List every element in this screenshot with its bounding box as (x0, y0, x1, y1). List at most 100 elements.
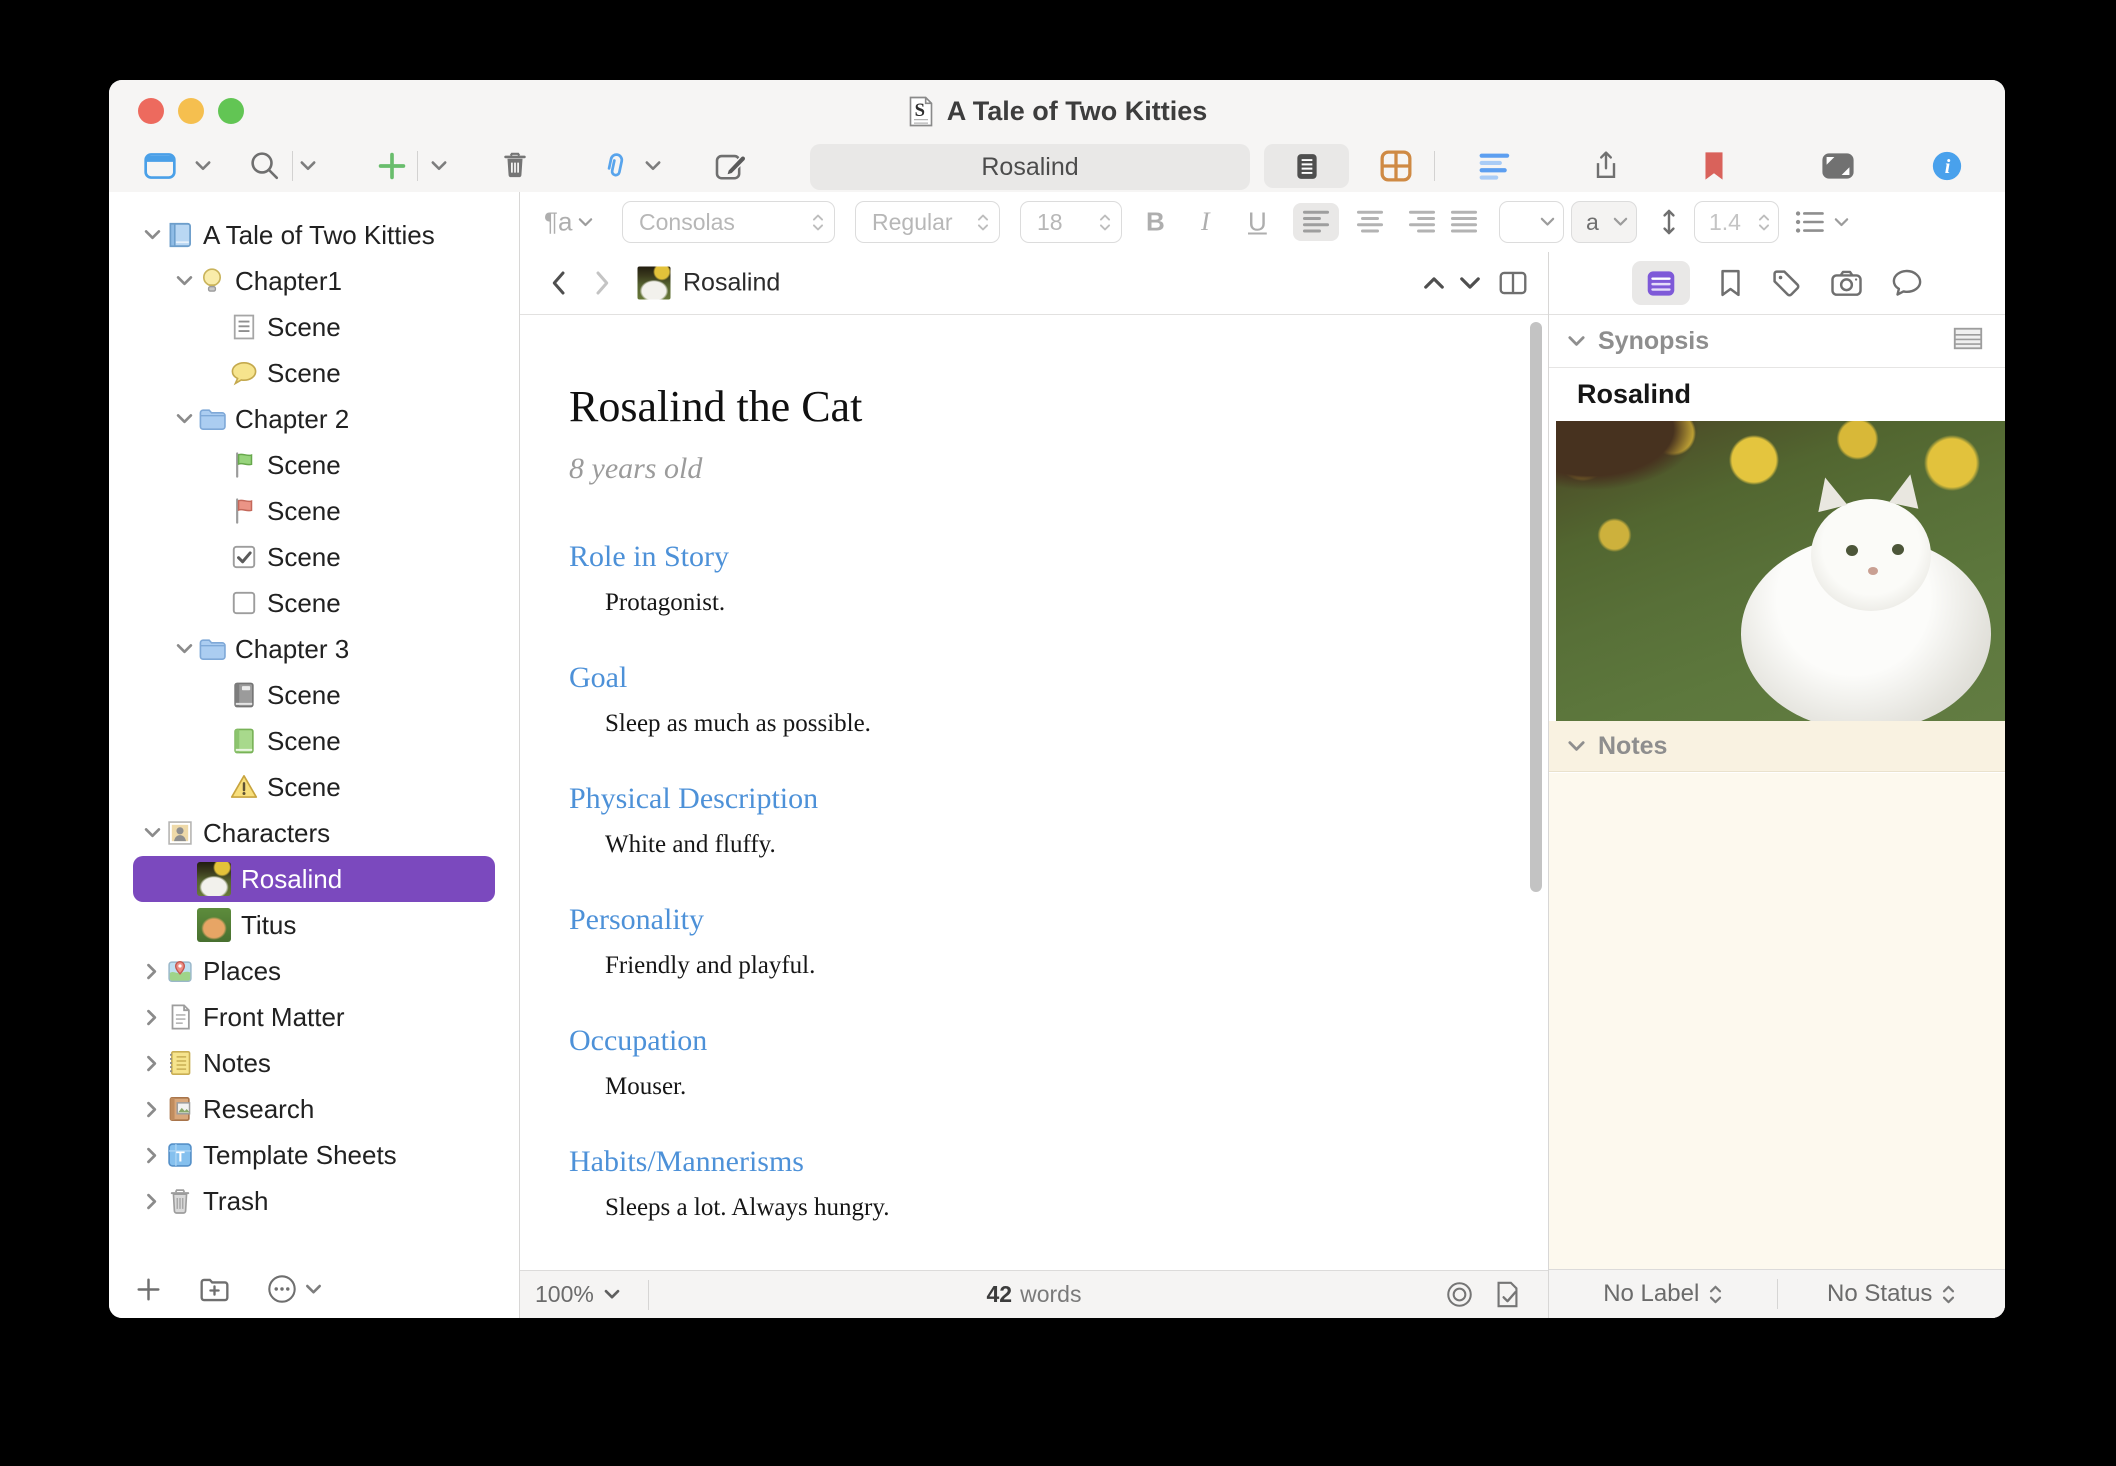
next-document-icon[interactable] (1459, 276, 1481, 290)
binder-item-chapter1[interactable]: Chapter1 (109, 258, 518, 304)
checkbox-empty-icon (229, 588, 267, 618)
underline-button[interactable]: U (1248, 207, 1267, 238)
binder-item-scene[interactable]: Scene (109, 350, 518, 396)
binder-item-scene[interactable]: Scene (109, 488, 518, 534)
synopsis-card-icon[interactable] (1953, 327, 1983, 350)
binder-item-scene[interactable]: Scene (109, 580, 518, 626)
binder-item-places[interactable]: Places (109, 948, 518, 994)
notes-card-icon (1645, 269, 1677, 298)
chevron-down-icon[interactable] (195, 161, 212, 172)
bookmarks-tab[interactable] (1718, 268, 1743, 298)
search-icon[interactable] (249, 150, 282, 183)
disclosure-chevron[interactable] (139, 1101, 165, 1118)
disclosure-chevron[interactable] (139, 1055, 165, 1072)
paragraph-style-control[interactable]: ¶a (544, 207, 593, 238)
search-input[interactable] (810, 144, 1250, 190)
align-justify-button[interactable] (1449, 209, 1479, 235)
binder-item-front-matter[interactable]: Front Matter (109, 994, 518, 1040)
disclosure-chevron[interactable] (139, 1009, 165, 1026)
metadata-tab[interactable] (1771, 268, 1802, 299)
split-view-icon[interactable] (1499, 271, 1528, 296)
notes-tab[interactable] (1632, 261, 1690, 305)
composition-mode-icon[interactable] (1820, 150, 1856, 182)
compose-icon[interactable] (714, 149, 749, 184)
share-icon[interactable] (1590, 149, 1622, 184)
align-center-button[interactable] (1355, 209, 1385, 235)
disclosure-chevron[interactable] (171, 643, 197, 655)
compile-check-icon[interactable] (1495, 1280, 1520, 1309)
paperclip-icon[interactable] (599, 150, 632, 183)
align-left-button[interactable] (1293, 203, 1339, 241)
disclosure-chevron[interactable] (139, 963, 165, 980)
binder-toggle-icon[interactable] (143, 149, 177, 183)
add-document-icon[interactable] (135, 1276, 162, 1303)
disclosure-chevron[interactable] (139, 1193, 165, 1210)
bold-button[interactable]: B (1146, 207, 1165, 238)
binder-item-scene[interactable]: Scene (109, 764, 518, 810)
back-icon[interactable] (551, 271, 566, 296)
forward-icon[interactable] (596, 271, 611, 296)
add-folder-icon[interactable] (198, 1275, 231, 1303)
italic-button[interactable]: I (1201, 207, 1210, 237)
binder-item-scene[interactable]: Scene (109, 304, 518, 350)
notes-area[interactable] (1549, 773, 2005, 1270)
inspector-tabs (1549, 252, 2005, 315)
binder-item-scene[interactable]: Scene (109, 534, 518, 580)
binder-item-characters[interactable]: Characters (109, 810, 518, 856)
synopsis-header[interactable]: Synopsis (1549, 315, 2005, 368)
font-size-select[interactable]: 18 (1020, 201, 1122, 243)
outline-view-icon[interactable] (1478, 149, 1512, 183)
binder-item-notes[interactable]: Notes (109, 1040, 518, 1086)
notes-header[interactable]: Notes (1549, 721, 2005, 772)
line-spacing-select[interactable]: 1.4 (1694, 201, 1779, 243)
synopsis-card-title-row[interactable]: Rosalind (1549, 368, 2005, 421)
align-right-button[interactable] (1407, 209, 1437, 235)
binder-item-scene[interactable]: Scene (109, 442, 518, 488)
character-age-subtitle: 8 years old (569, 449, 1458, 489)
corkboard-view-icon[interactable] (1379, 149, 1413, 183)
binder-options-control[interactable] (267, 1274, 322, 1304)
binder-item-template-sheets[interactable]: T Template Sheets (109, 1132, 518, 1178)
binder-item-research[interactable]: Research (109, 1086, 518, 1132)
binder-item-trash[interactable]: Trash (109, 1178, 518, 1224)
binder-item-rosalind[interactable]: Rosalind (133, 856, 495, 902)
add-item-icon[interactable] (376, 150, 408, 182)
document-view-button[interactable] (1264, 144, 1349, 188)
binder-item-scene[interactable]: Scene (109, 672, 518, 718)
synopsis-image[interactable] (1556, 421, 2005, 721)
disclosure-chevron[interactable] (139, 1147, 165, 1164)
disclosure-chevron[interactable] (171, 275, 197, 287)
chevron-down-icon[interactable] (300, 161, 317, 172)
chevron-down-icon[interactable] (431, 161, 448, 172)
writing-target-icon[interactable] (1446, 1281, 1473, 1308)
binder-item-label: Titus (241, 910, 296, 941)
snapshots-tab[interactable] (1830, 269, 1863, 297)
chevron-down-icon[interactable] (1567, 740, 1586, 752)
font-style-select[interactable]: Regular (855, 201, 1000, 243)
text-color-select[interactable] (1499, 201, 1564, 243)
binder-item-scene[interactable]: Scene (109, 718, 518, 764)
font-family-select[interactable]: Consolas (622, 201, 835, 243)
binder-item-chapter-3[interactable]: Chapter 3 (109, 626, 518, 672)
binder-item-chapter-2[interactable]: Chapter 2 (109, 396, 518, 442)
binder-item-a-tale-of-two-kitties[interactable]: A Tale of Two Kitties (109, 212, 518, 258)
label-select[interactable]: No Label (1549, 1270, 1777, 1318)
editor-content[interactable]: Rosalind the Cat 8 years old Role in Sto… (520, 315, 1548, 1270)
disclosure-chevron[interactable] (171, 413, 197, 425)
info-icon[interactable]: i (1931, 150, 1964, 183)
trash-icon[interactable] (500, 150, 531, 183)
disclosure-chevron[interactable] (139, 229, 165, 241)
editor-scrollbar[interactable] (1530, 322, 1542, 892)
highlight-select[interactable]: a (1571, 201, 1637, 243)
status-select[interactable]: No Status (1778, 1270, 2006, 1318)
editor-doc-title[interactable]: Rosalind (683, 269, 780, 298)
comments-tab[interactable] (1891, 268, 1923, 298)
bookmark-icon[interactable] (1702, 150, 1727, 183)
binder-item-titus[interactable]: Titus (109, 902, 518, 948)
previous-document-icon[interactable] (1423, 276, 1445, 290)
chevron-down-icon[interactable] (1567, 335, 1586, 347)
disclosure-chevron[interactable] (139, 827, 165, 839)
list-style-control[interactable] (1794, 210, 1849, 235)
chevron-down-icon[interactable] (645, 161, 662, 172)
window-title: A Tale of Two Kitties (947, 96, 1208, 127)
